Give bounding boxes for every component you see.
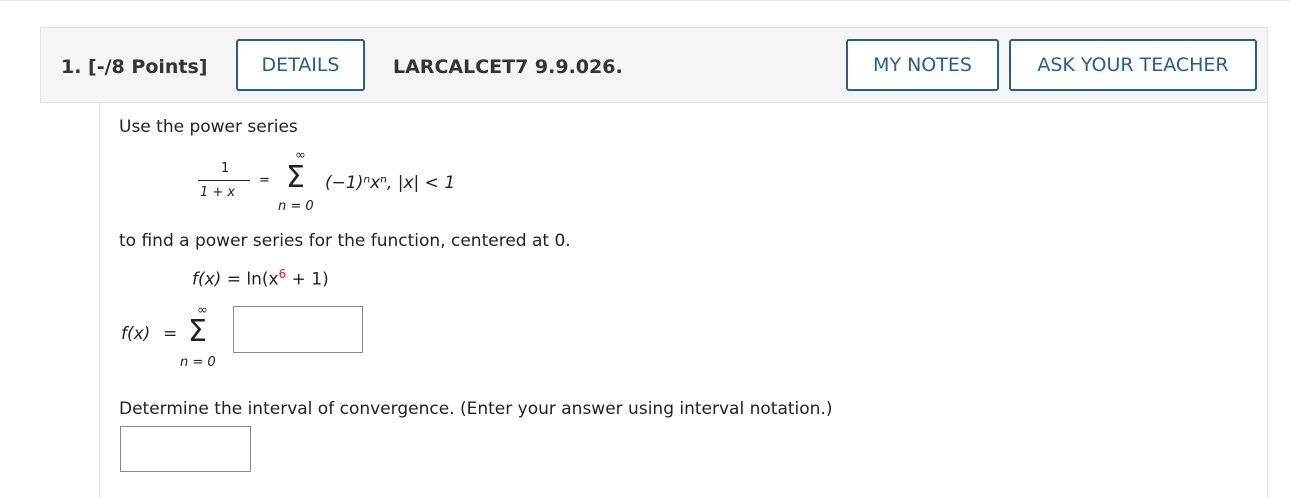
fraction-numerator: 1 — [221, 161, 230, 176]
series-term: (−1)ⁿxⁿ, |x| < 1 — [325, 173, 456, 193]
interval-answer-input[interactable] — [120, 426, 251, 472]
ask-your-teacher-button[interactable]: ASK YOUR TEACHER — [1009, 39, 1257, 91]
series-term-answer-input[interactable] — [233, 306, 363, 353]
intro-text: Use the power series — [119, 117, 298, 137]
exponent-value: 6 — [278, 267, 287, 281]
sigma-symbol: Σ — [286, 160, 305, 195]
details-button[interactable]: DETAILS — [236, 39, 365, 91]
answer-sigma-symbol: Σ — [188, 314, 207, 349]
function-expression: f(x) = ln(x6 + 1) — [192, 267, 329, 290]
top-divider — [0, 0, 1290, 1]
question-body: Use the power series 1 1 + x = ∞ Σ n = 0… — [99, 103, 1268, 498]
question-header: 1. [-/8 Points] DETAILS LARCALCET7 9.9.0… — [40, 27, 1268, 103]
my-notes-button[interactable]: MY NOTES — [846, 39, 999, 91]
instruction-text: to find a power series for the function,… — [119, 231, 571, 251]
question-code: LARCALCET7 9.9.026. — [393, 56, 623, 78]
interval-prompt: Determine the interval of convergence. (… — [119, 399, 833, 419]
question-number: 1. [-/8 Points] — [61, 56, 208, 78]
series-equals: = — [259, 173, 270, 188]
answer-lower-limit: n = 0 — [180, 355, 216, 370]
fraction-denominator: 1 + x — [200, 185, 236, 200]
answer-equals: = — [163, 324, 178, 344]
fraction-bar — [198, 180, 250, 181]
series-lower-limit: n = 0 — [278, 199, 314, 214]
answer-lhs: f(x) — [121, 324, 151, 344]
